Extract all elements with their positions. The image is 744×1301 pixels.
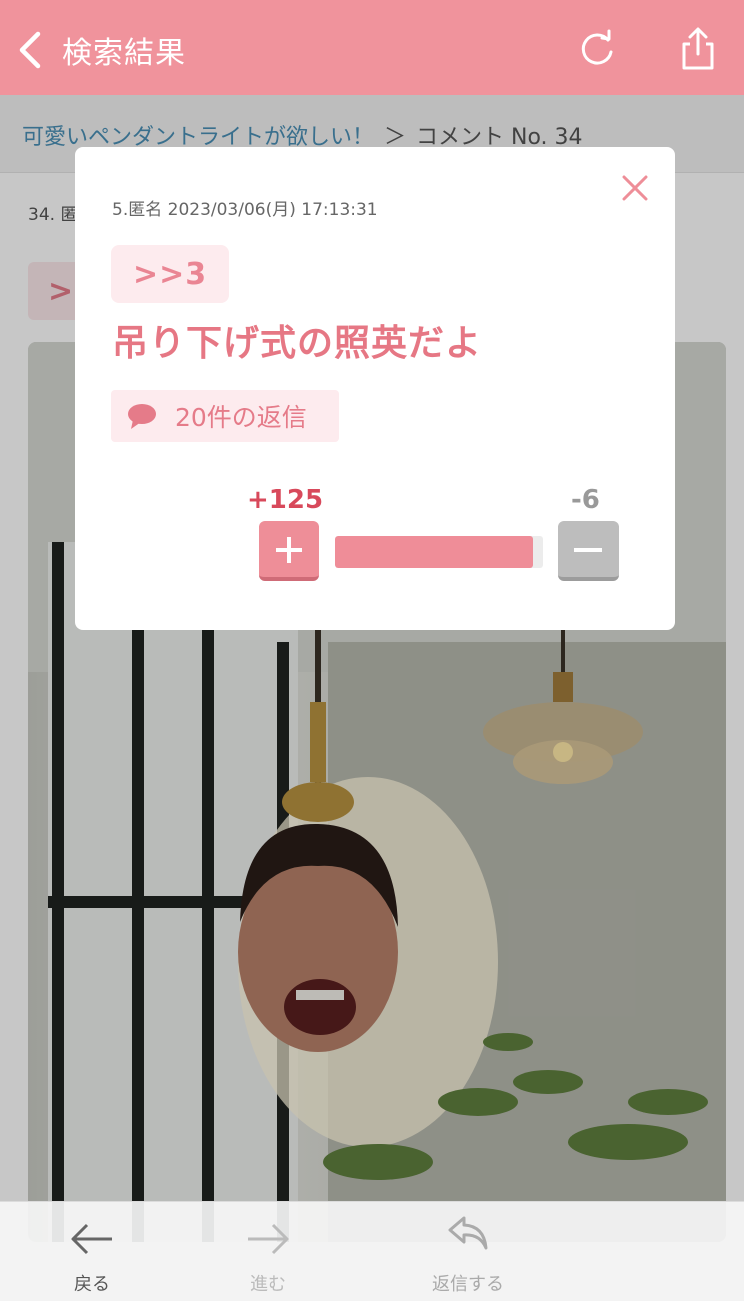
bottom-toolbar: 戻る 進む 返信する: [0, 1201, 744, 1301]
back-to-search-results[interactable]: 検索結果: [62, 28, 186, 72]
forward-button[interactable]: 進む: [198, 1202, 338, 1301]
close-icon[interactable]: [621, 174, 649, 202]
comment-meta: 5.匿名 2023/03/06(月) 17:13:31: [112, 200, 378, 220]
vote-ratio-fill: [335, 536, 534, 568]
app-header: 検索結果: [0, 0, 744, 95]
reply-label: 返信する: [432, 1274, 504, 1295]
share-icon[interactable]: [676, 26, 720, 72]
comment-body: 吊り下げ式の照英だよ: [112, 323, 483, 364]
minus-icon: [574, 548, 602, 552]
reply-icon: [448, 1216, 488, 1250]
chevron-left-icon[interactable]: [16, 30, 46, 70]
minus-vote-count: -6: [571, 485, 600, 515]
reply-anchor-link[interactable]: >>3: [111, 245, 229, 303]
forward-label: 進む: [250, 1274, 286, 1295]
reply-button[interactable]: 返信する: [398, 1202, 538, 1301]
plus-vote-button[interactable]: [259, 521, 319, 581]
arrow-left-icon: [71, 1223, 112, 1255]
vote-ratio-bar: [335, 536, 543, 568]
back-button[interactable]: 戻る: [22, 1202, 162, 1301]
arrow-right-icon: [248, 1223, 289, 1255]
replies-button[interactable]: 20件の返信: [111, 390, 339, 442]
plus-icon: [276, 537, 302, 563]
back-label: 戻る: [74, 1274, 110, 1295]
minus-vote-button[interactable]: [558, 521, 619, 581]
plus-vote-count: +125: [247, 485, 324, 515]
reload-icon[interactable]: [578, 28, 618, 68]
speech-bubble-icon: [128, 404, 156, 429]
comment-popup: 5.匿名 2023/03/06(月) 17:13:31 >>3 吊り下げ式の照英…: [75, 147, 675, 630]
replies-count-label: 20件の返信: [175, 403, 307, 432]
